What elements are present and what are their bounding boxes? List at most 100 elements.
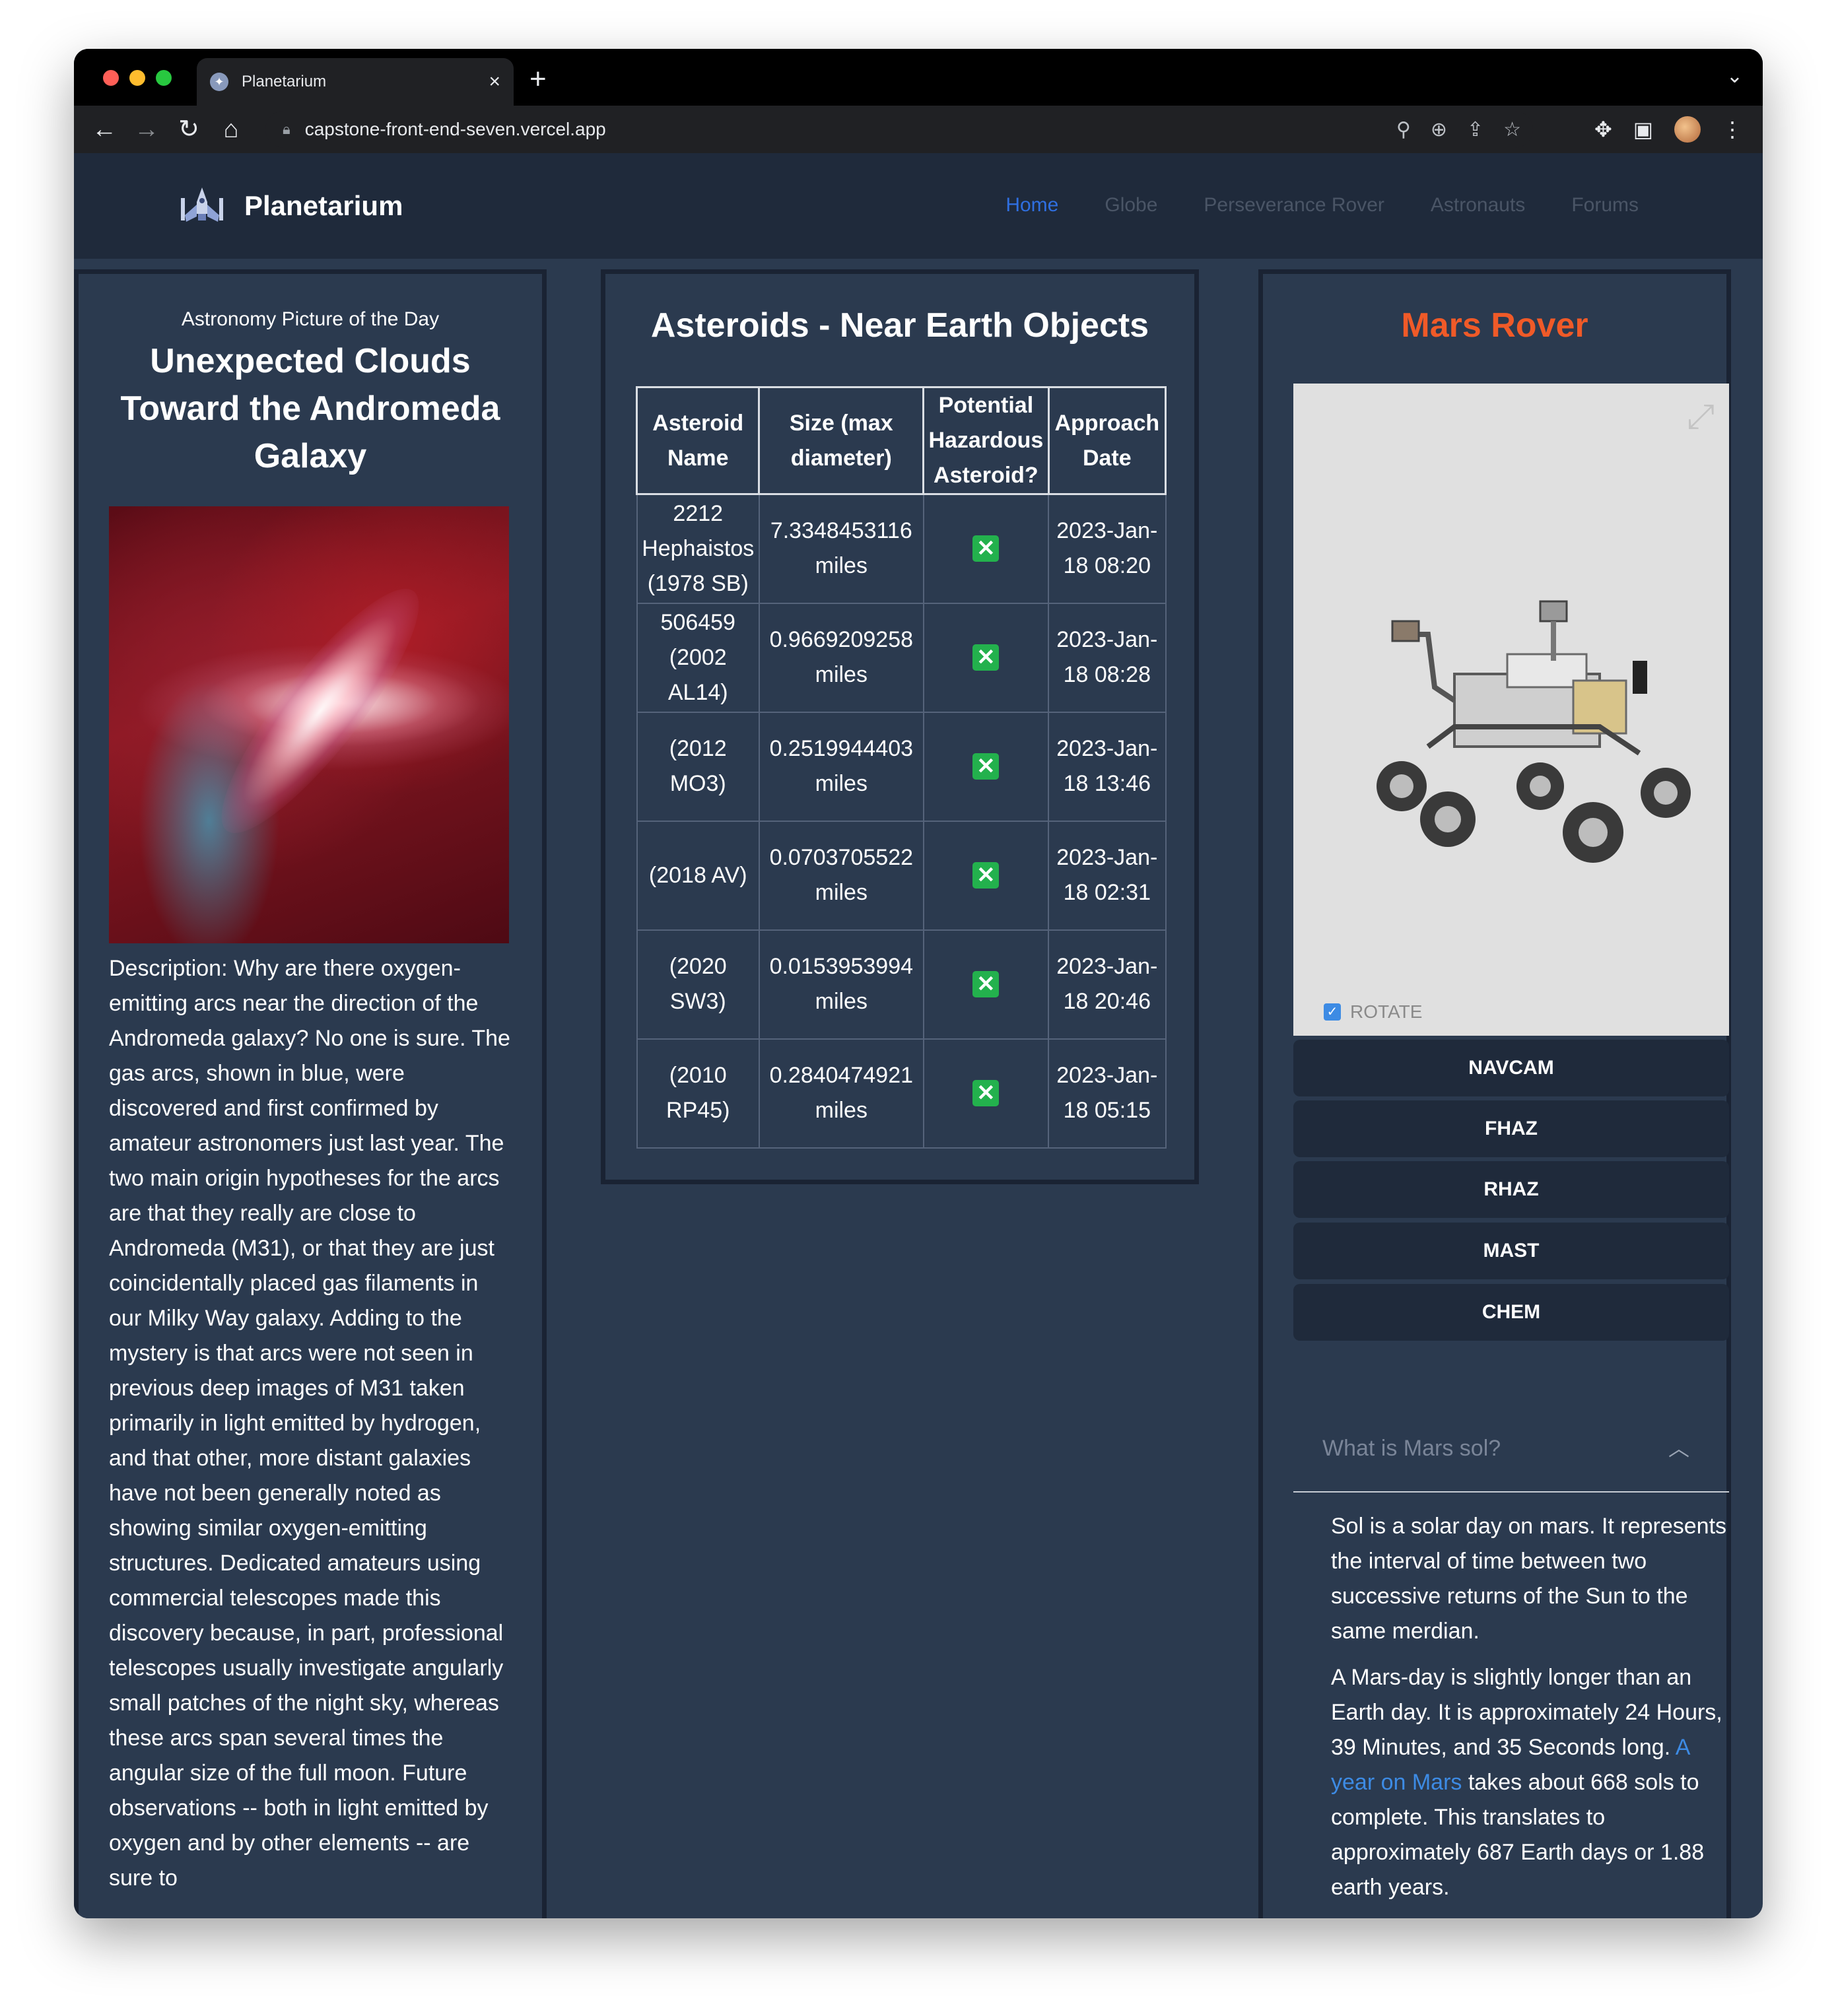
hazard-cell: ✕ (922, 711, 1050, 822)
location-pin-icon[interactable]: ⚲ (1396, 118, 1411, 141)
zoom-icon[interactable]: ⊕ (1431, 118, 1447, 141)
extensions-puzzle-icon[interactable]: ✥ (1594, 117, 1612, 142)
approach-date: 2023-Jan-18 08:28 (1048, 602, 1167, 713)
rover-3d-viewer[interactable]: ⤢ ✓ ROTATE (1293, 384, 1729, 1036)
table-row: (2012 MO3) 0.2519944403 miles ✕ 2023-Jan… (636, 711, 1167, 822)
sol-text-before-link: A Mars-day is slightly longer than an Ea… (1331, 1665, 1722, 1760)
profile-avatar[interactable] (1674, 116, 1701, 143)
hazard-false-icon: ✕ (972, 1079, 1000, 1106)
hazard-false-icon: ✕ (972, 535, 1000, 562)
asteroid-name: 506459 (2002 AL14) (636, 602, 760, 713)
fullscreen-icon[interactable]: ⤢ (1687, 397, 1715, 437)
hazard-false-icon: ✕ (972, 644, 1000, 671)
hazard-cell: ✕ (922, 1038, 1050, 1149)
rotate-checkbox[interactable]: ✓ (1324, 1003, 1341, 1021)
asteroid-size: 0.0703705522 miles (758, 820, 924, 931)
nav-astronauts[interactable]: Astronauts (1431, 194, 1525, 217)
table-row: (2020 SW3) 0.0153953994 miles ✕ 2023-Jan… (636, 929, 1167, 1040)
hazard-false-icon: ✕ (972, 861, 1000, 889)
accordion-title: What is Mars sol? (1322, 1436, 1501, 1461)
col-asteroid-name: Asteroid Name (635, 386, 761, 495)
side-panel-icon[interactable]: ▣ (1633, 117, 1653, 142)
share-icon[interactable]: ⇪ (1467, 118, 1483, 141)
table-row: 506459 (2002 AL14) 0.9669209258 miles ✕ … (636, 602, 1167, 713)
col-hazardous: Potential Hazardous Asteroid? (922, 386, 1050, 495)
camera-button-chem[interactable]: CHEM (1293, 1284, 1729, 1341)
brand-name: Planetarium (244, 190, 403, 221)
nav-forums[interactable]: Forums (1571, 194, 1639, 217)
hazard-cell: ✕ (922, 929, 1050, 1040)
omnibox-actions: ⚲ ⊕ ⇪ ☆ (1396, 111, 1533, 148)
main-nav: Home Globe Perseverance Rover Astronauts… (1005, 194, 1639, 217)
asteroid-name: 2212 Hephaistos (1978 SB) (636, 493, 760, 604)
chevron-up-icon[interactable]: ︿ (1668, 1432, 1689, 1462)
camera-button-rhaz[interactable]: RHAZ (1293, 1161, 1729, 1218)
table-row: (2018 AV) 0.0703705522 miles ✕ 2023-Jan-… (636, 820, 1167, 931)
sol-paragraph-2: A Mars-day is slightly longer than an Ea… (1331, 1660, 1727, 1905)
browser-window: ✦ Planetarium × + ⌄ ← → ↻ ⌂ 🔒︎ capstone-… (74, 49, 1763, 1918)
apod-image (109, 506, 509, 943)
toolbar-right: ✥ ▣ ⋮ (1594, 112, 1743, 147)
approach-date: 2023-Jan-18 20:46 (1048, 929, 1167, 1040)
asteroid-name: (2020 SW3) (636, 929, 760, 1040)
apod-panel: Astronomy Picture of the Day Unexpected … (74, 269, 547, 1918)
approach-date: 2023-Jan-18 02:31 (1048, 820, 1167, 931)
browser-tab[interactable]: ✦ Planetarium × (197, 58, 514, 106)
rotate-toggle[interactable]: ✓ ROTATE (1324, 1001, 1422, 1023)
window-controls (103, 70, 172, 86)
back-arrow-icon[interactable]: ← (87, 112, 121, 147)
asteroid-name: (2010 RP45) (636, 1038, 760, 1149)
neo-table: Asteroid Name Size (max diameter) Potent… (635, 386, 1167, 1149)
lock-icon: 🔒︎ (283, 121, 290, 137)
tab-title: Planetarium (242, 73, 327, 90)
brand[interactable]: Planetarium (178, 185, 403, 227)
mars-rover-title: Mars Rover (1401, 306, 1588, 345)
asteroid-size: 0.2840474921 miles (758, 1038, 924, 1149)
close-window-button[interactable] (103, 70, 119, 86)
bookmark-star-icon[interactable]: ☆ (1503, 118, 1521, 141)
hazard-false-icon: ✕ (972, 970, 1000, 997)
mars-sol-accordion-body: Sol is a solar day on mars. It represent… (1331, 1509, 1727, 1916)
site-header: Planetarium Home Globe Perseverance Rove… (74, 153, 1763, 259)
minimize-window-button[interactable] (129, 70, 145, 86)
camera-button-navcam[interactable]: NAVCAM (1293, 1040, 1729, 1096)
camera-button-fhaz[interactable]: FHAZ (1293, 1100, 1729, 1157)
nav-home[interactable]: Home (1005, 194, 1058, 217)
maximize-window-button[interactable] (156, 70, 172, 86)
address-bar[interactable]: 🔒︎ capstone-front-end-seven.vercel.app ⚲… (265, 111, 1533, 148)
camera-button-mast[interactable]: MAST (1293, 1223, 1729, 1279)
rocket-favicon-icon: ✦ (210, 73, 228, 91)
col-size: Size (max diameter) (758, 386, 925, 495)
hazard-false-icon: ✕ (972, 753, 1000, 780)
home-icon[interactable]: ⌂ (214, 112, 248, 147)
asteroid-name: (2018 AV) (636, 820, 760, 931)
close-tab-icon[interactable]: × (489, 71, 500, 93)
table-row: 2212 Hephaistos (1978 SB) 7.3348453116 m… (636, 493, 1167, 604)
hazard-cell: ✕ (922, 602, 1050, 713)
asteroid-size: 7.3348453116 miles (758, 493, 924, 604)
reload-icon[interactable]: ↻ (172, 112, 206, 147)
menu-kebab-icon[interactable]: ⋮ (1722, 117, 1743, 142)
new-tab-icon[interactable]: + (529, 63, 547, 95)
nav-perseverance-rover[interactable]: Perseverance Rover (1204, 194, 1384, 217)
table-header-row: Asteroid Name Size (max diameter) Potent… (635, 386, 1167, 495)
asteroid-size: 0.2519944403 miles (758, 711, 924, 822)
tab-search-chevron-icon[interactable]: ⌄ (1726, 65, 1743, 88)
neo-title: Asteroids - Near Earth Objects (650, 306, 1149, 345)
browser-toolbar: ← → ↻ ⌂ 🔒︎ capstone-front-end-seven.verc… (74, 106, 1763, 153)
spaceship-logo-icon (181, 187, 223, 222)
asteroid-size: 0.0153953994 miles (758, 929, 924, 1040)
forward-arrow-icon[interactable]: → (129, 112, 164, 147)
neo-panel: Asteroids - Near Earth Objects Asteroid … (601, 269, 1199, 1184)
rover-model-icon (1377, 600, 1691, 863)
hazard-cell: ✕ (922, 820, 1050, 931)
approach-date: 2023-Jan-18 05:15 (1048, 1038, 1167, 1149)
col-approach-date: Approach Date (1047, 386, 1167, 495)
rotate-label: ROTATE (1350, 1001, 1423, 1022)
nav-globe[interactable]: Globe (1105, 194, 1157, 217)
approach-date: 2023-Jan-18 13:46 (1048, 711, 1167, 822)
mars-sol-accordion-header[interactable]: What is Mars sol? ︿ (1293, 1405, 1729, 1493)
asteroid-size: 0.9669209258 miles (758, 602, 924, 713)
apod-kicker: Astronomy Picture of the Day (181, 308, 440, 330)
table-row: (2010 RP45) 0.2840474921 miles ✕ 2023-Ja… (636, 1038, 1167, 1149)
